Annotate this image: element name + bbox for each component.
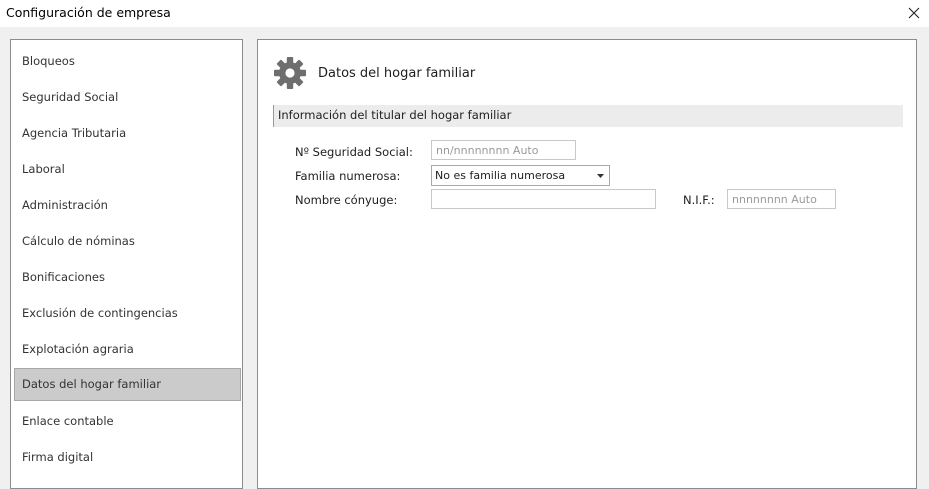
- sidebar: Bloqueos Seguridad Social Agencia Tribut…: [10, 39, 243, 489]
- sidebar-item-label: Explotación agraria: [22, 342, 134, 356]
- sidebar-item-label: Laboral: [22, 162, 65, 176]
- sidebar-item-exclusion-de-contingencias[interactable]: Exclusión de contingencias: [14, 297, 241, 329]
- chevron-down-icon: [594, 170, 607, 182]
- settings-panel: Datos del hogar familiar Información del…: [257, 39, 917, 489]
- sidebar-item-label: Firma digital: [22, 450, 94, 464]
- sidebar-item-bloqueos[interactable]: Bloqueos: [14, 45, 241, 77]
- sidebar-item-administracion[interactable]: Administración: [14, 189, 241, 221]
- sidebar-item-calculo-de-nominas[interactable]: Cálculo de nóminas: [14, 225, 241, 257]
- sidebar-item-laboral[interactable]: Laboral: [14, 153, 241, 185]
- familia-numerosa-value: No es familia numerosa: [435, 169, 566, 182]
- nss-input[interactable]: [431, 140, 576, 160]
- sidebar-item-label: Administración: [22, 198, 108, 212]
- nif-label: N.I.F.:: [683, 193, 715, 207]
- section-title: Datos del hogar familiar: [318, 66, 476, 81]
- close-button[interactable]: [899, 0, 929, 26]
- sidebar-item-label: Bloqueos: [22, 54, 75, 68]
- sidebar-item-seguridad-social[interactable]: Seguridad Social: [14, 81, 241, 113]
- familia-numerosa-select[interactable]: No es familia numerosa: [431, 165, 610, 186]
- title-bar: Configuración de empresa: [0, 0, 929, 27]
- sidebar-item-firma-digital[interactable]: Firma digital: [14, 441, 241, 473]
- sidebar-item-agencia-tributaria[interactable]: Agencia Tributaria: [14, 117, 241, 149]
- close-icon: [908, 7, 920, 19]
- sidebar-item-label: Enlace contable: [22, 414, 114, 428]
- window-title: Configuración de empresa: [6, 5, 171, 20]
- familia-numerosa-label: Familia numerosa:: [295, 169, 401, 183]
- sidebar-item-label: Seguridad Social: [22, 90, 119, 104]
- sidebar-item-datos-del-hogar-familiar[interactable]: Datos del hogar familiar: [14, 368, 241, 401]
- sidebar-item-label: Bonificaciones: [22, 270, 105, 284]
- nombre-conyuge-input[interactable]: [431, 189, 656, 209]
- nif-input[interactable]: [727, 189, 836, 209]
- group-title: Información del titular del hogar famili…: [278, 108, 512, 122]
- nss-label: Nº Seguridad Social:: [295, 145, 413, 159]
- nombre-conyuge-label: Nombre cónyuge:: [295, 193, 398, 207]
- sidebar-item-label: Agencia Tributaria: [22, 126, 127, 140]
- sidebar-item-label: Cálculo de nóminas: [22, 234, 135, 248]
- sidebar-item-label: Exclusión de contingencias: [22, 306, 178, 320]
- sidebar-item-label: Datos del hogar familiar: [22, 377, 162, 391]
- group-header: Información del titular del hogar famili…: [273, 105, 903, 127]
- sidebar-item-enlace-contable[interactable]: Enlace contable: [14, 405, 241, 437]
- sidebar-item-explotacion-agraria[interactable]: Explotación agraria: [14, 333, 241, 365]
- sidebar-item-bonificaciones[interactable]: Bonificaciones: [14, 261, 241, 293]
- gear-icon: [274, 57, 306, 89]
